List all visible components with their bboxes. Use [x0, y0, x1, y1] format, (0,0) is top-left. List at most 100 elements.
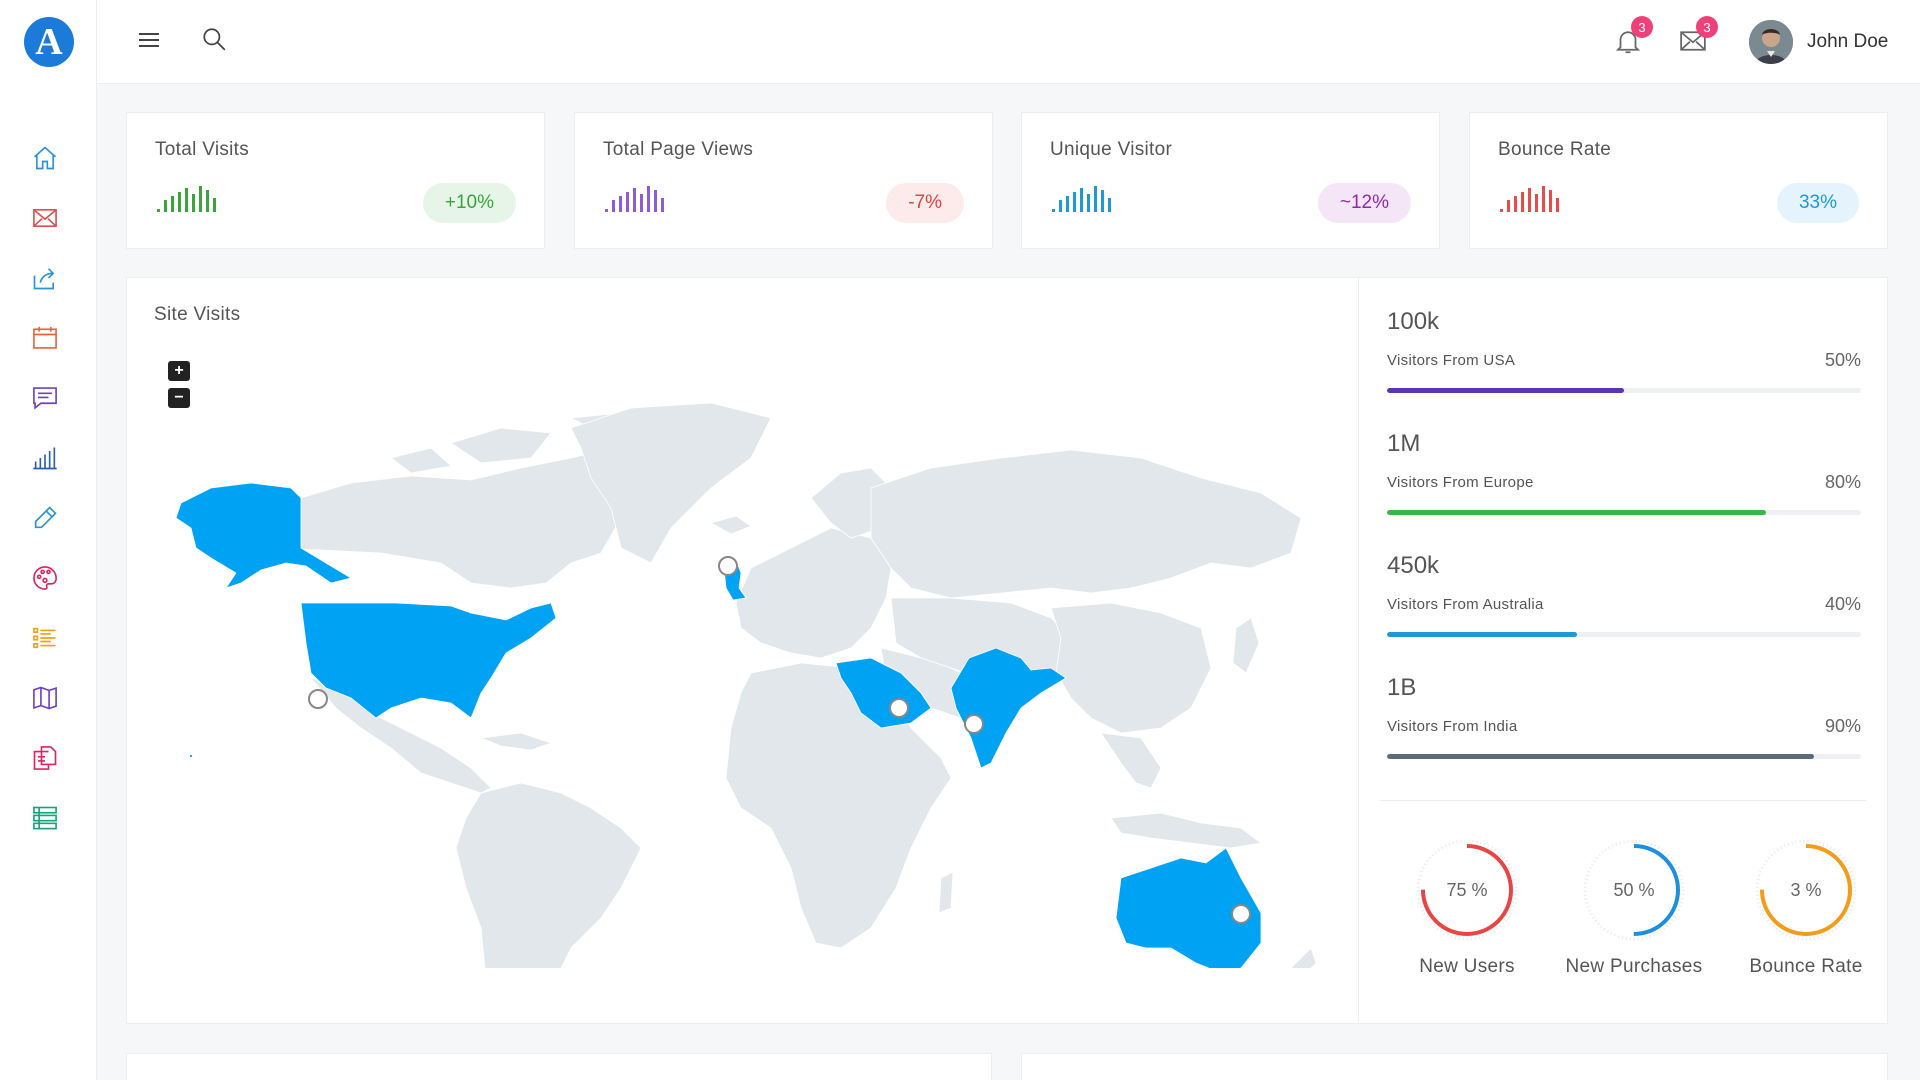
- stat-change-badge: 33%: [1776, 183, 1859, 223]
- stat-change-badge: -7%: [886, 183, 964, 223]
- sidebar-item-tables[interactable]: [27, 800, 63, 836]
- sparkline-bar: [640, 194, 643, 212]
- sparkline-bar: [1094, 186, 1097, 212]
- sidebar-item-documents[interactable]: [27, 740, 63, 776]
- stat-card-page-views: Total Page Views -7%: [574, 112, 993, 249]
- visitor-percent: 40%: [1824, 594, 1861, 614]
- stat-card-total-visits: Total Visits +10%: [126, 112, 545, 249]
- notifications-button[interactable]: 3: [1613, 16, 1653, 56]
- sidebar-item-palette[interactable]: [27, 560, 63, 596]
- visitor-stats: 100k Visitors From USA 50% 1M Visitors F…: [1387, 308, 1861, 796]
- pencil-icon: [34, 506, 57, 529]
- bottom-card-left: [126, 1053, 992, 1080]
- sidebar-item-list[interactable]: [27, 620, 63, 656]
- menu-toggle-button[interactable]: [137, 28, 161, 52]
- map-zoom-in-button[interactable]: +: [168, 361, 190, 381]
- bar-chart-icon: [33, 447, 57, 470]
- sidebar-item-chat[interactable]: [27, 380, 63, 416]
- visitor-label: Visitors From Europe: [1387, 474, 1534, 491]
- messages-button[interactable]: 3: [1678, 16, 1718, 56]
- region-china[interactable]: [1050, 602, 1212, 734]
- sparkline-bar: [654, 190, 657, 212]
- progress-fill: [1387, 388, 1624, 393]
- donut-value: 50 %: [1613, 880, 1654, 900]
- region-hawaii[interactable]: [189, 754, 193, 758]
- progress-fill: [1387, 510, 1767, 515]
- sparkline-bar: [1556, 198, 1559, 212]
- avatar[interactable]: [1749, 20, 1793, 64]
- sparkline-bar: [185, 188, 188, 212]
- sparkline-bar: [1535, 194, 1538, 212]
- map-icon: [33, 686, 57, 710]
- map-marker[interactable]: [1231, 904, 1251, 924]
- section-divider: [1380, 800, 1866, 801]
- stat-title: Unique Visitor: [1050, 139, 1173, 160]
- visitor-value: 1B: [1387, 674, 1417, 701]
- region-japan[interactable]: [1232, 617, 1260, 674]
- mini-bar-chart: [1500, 186, 1559, 212]
- chat-icon: [33, 387, 57, 410]
- sparkline-bar: [157, 209, 160, 212]
- bottom-card-right: [1021, 1053, 1888, 1080]
- donut-label: New Purchases: [1565, 956, 1703, 977]
- panel-divider: [1358, 278, 1359, 1025]
- progress-fill: [1387, 754, 1814, 759]
- map-marker[interactable]: [964, 714, 984, 734]
- search-icon: [203, 28, 226, 51]
- visitor-percent: 90%: [1824, 716, 1861, 736]
- sidebar-item-edit[interactable]: [27, 500, 63, 536]
- sparkline-bar: [1073, 192, 1076, 212]
- sidebar-item-mail[interactable]: [27, 200, 63, 236]
- world-map[interactable]: [151, 388, 1321, 968]
- map-marker[interactable]: [889, 698, 909, 718]
- sparkline-bar: [213, 198, 216, 212]
- sidebar-item-calendar[interactable]: [27, 320, 63, 356]
- sparkline-bar: [619, 196, 622, 212]
- donut-new-users: 75 % New Users: [1392, 838, 1542, 978]
- sparkline-bar: [1528, 188, 1531, 212]
- user-name[interactable]: John Doe: [1807, 31, 1888, 53]
- map-marker[interactable]: [718, 556, 738, 576]
- region-new-zealand[interactable]: [1281, 947, 1317, 968]
- search-button[interactable]: [201, 26, 227, 52]
- notification-count-badge: 3: [1631, 16, 1653, 38]
- region-indonesia[interactable]: [1110, 812, 1262, 849]
- top-header: 3 3 John Doe: [97, 0, 1920, 84]
- region-southeast-asia[interactable]: [1100, 732, 1162, 789]
- app-logo[interactable]: A: [24, 17, 74, 67]
- region-europe[interactable]: [735, 527, 892, 659]
- sidebar-item-home[interactable]: [27, 140, 63, 176]
- region-south-america[interactable]: [455, 782, 642, 968]
- sidebar-item-maps[interactable]: [27, 680, 63, 716]
- sparkline-bar: [1542, 186, 1545, 212]
- hamburger-icon: [139, 33, 159, 47]
- sparkline-bar: [1101, 190, 1104, 212]
- progress-track: [1387, 754, 1861, 759]
- donut-chart: 3 %: [1755, 839, 1857, 941]
- site-visits-panel: Site Visits + − 100k Visitors From USA 5…: [126, 277, 1888, 1025]
- sparkline-bar: [1514, 196, 1517, 212]
- region-russia[interactable]: [870, 449, 1302, 599]
- sidebar-item-charts[interactable]: [27, 440, 63, 476]
- home-icon: [33, 146, 57, 170]
- sparkline-bar: [192, 194, 195, 212]
- map-marker[interactable]: [308, 689, 328, 709]
- sparkline-bar: [626, 192, 629, 212]
- region-iceland[interactable]: [709, 515, 752, 535]
- donut-label: New Users: [1419, 956, 1515, 977]
- calendar-icon: [33, 326, 57, 349]
- sparkline-bar: [1052, 209, 1055, 212]
- sparkline-bar: [1080, 188, 1083, 212]
- region-caribbean[interactable]: [480, 732, 553, 751]
- region-madagascar[interactable]: [938, 871, 954, 914]
- sidebar-item-share[interactable]: [27, 260, 63, 296]
- donut-label: Bounce Rate: [1749, 956, 1863, 977]
- stat-card-unique-visitor: Unique Visitor ~12%: [1021, 112, 1440, 249]
- visitor-value: 100k: [1387, 308, 1440, 335]
- documents-icon: [33, 746, 57, 770]
- donut-chart: 75 %: [1416, 839, 1518, 941]
- sparkline-bar: [1087, 194, 1090, 212]
- share-icon: [33, 268, 55, 290]
- stat-title: Total Visits: [155, 139, 250, 160]
- visitor-label: Visitors From USA: [1387, 352, 1516, 369]
